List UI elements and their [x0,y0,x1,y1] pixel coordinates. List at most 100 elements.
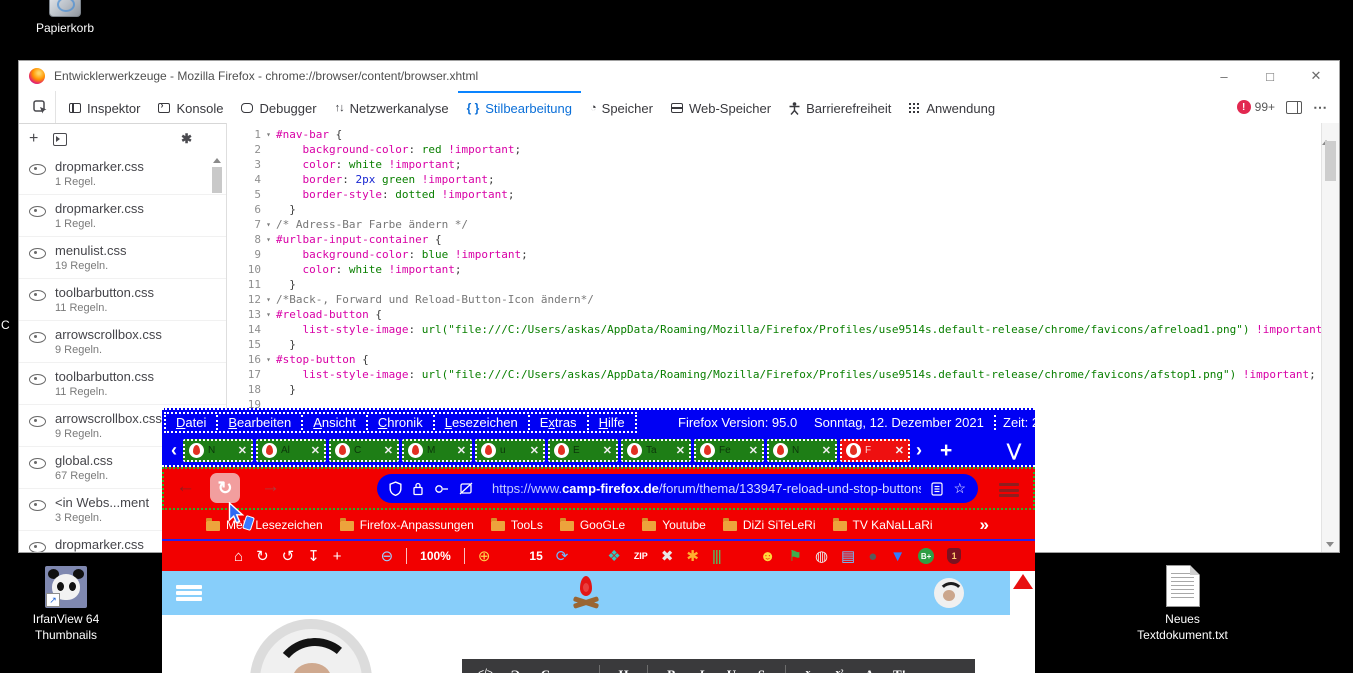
new-icon[interactable]: + [333,549,342,564]
sync-icon[interactable]: ⟳ [556,549,569,564]
stylesheet-item[interactable]: toolbarbutton.css11 Regeln. [19,279,226,321]
reader-mode-icon[interactable] [931,482,943,496]
visibility-eye-icon[interactable] [29,248,46,259]
back-button[interactable]: ← [176,476,195,498]
visibility-eye-icon[interactable] [29,542,46,552]
devtools-tab-console[interactable]: ›Konsole [149,91,232,123]
devtools-menu-icon[interactable]: ⋯ [1313,102,1327,112]
visibility-eye-icon[interactable] [29,416,46,427]
browser-tab[interactable]: Ta✕ [621,439,691,462]
forward-button[interactable]: → [261,476,280,498]
heading-button[interactable]: H [610,668,637,673]
underline-button[interactable]: U [718,668,745,673]
superscript-button[interactable]: x² [826,669,853,673]
tab-close-icon[interactable]: ✕ [603,444,612,457]
scrollbar-thumb[interactable] [1325,141,1336,181]
tab-close-icon[interactable]: ✕ [457,444,466,457]
bookmark-item[interactable]: Firefox-Anpassungen [340,518,474,532]
irfanview-desktop-icon[interactable]: ↗ IrfanView 64 Thumbnails [14,566,118,643]
tab-close-icon[interactable]: ✕ [311,444,320,457]
redo-button[interactable]: C [532,668,559,673]
addon-shield-icon[interactable]: 1 [947,548,961,564]
menu-datei[interactable]: Datei [166,415,216,430]
visibility-eye-icon[interactable] [29,458,46,469]
browser-tab[interactable]: C✕ [329,439,399,462]
source-button[interactable]: </> [472,669,499,673]
zoom-out-icon[interactable]: ⊖ [381,549,394,564]
devtools-titlebar[interactable]: Entwicklerwerkzeuge - Mozilla Firefox - … [19,61,1339,91]
stylesheet-item[interactable]: arrowscrollbox.css9 Regeln. [19,321,226,363]
url-bar[interactable]: https://www.camp-firefox.de/forum/thema/… [377,474,978,503]
page-scrollbar[interactable] [1010,571,1035,673]
visibility-eye-icon[interactable] [29,374,46,385]
campfire-logo-icon[interactable] [569,576,603,612]
devtools-tab-accessibility[interactable]: Barrierefreiheit [780,91,900,123]
sidebar-scrollbar[interactable] [211,153,223,193]
lock-icon[interactable] [412,481,424,496]
tab-close-icon[interactable]: ✕ [895,444,904,457]
editor-scrollbar[interactable] [1321,123,1339,552]
minimize-button[interactable]: – [1201,61,1247,91]
menu-ansicht[interactable]: Ansicht [301,415,366,430]
text-document-desktop-icon[interactable]: Neues Textdokument.txt [1105,565,1260,643]
post-author-avatar[interactable] [250,619,372,673]
menu-chronik[interactable]: Chronik [366,415,433,430]
font-size-button[interactable]: T! [886,668,913,673]
permissions-icon[interactable] [434,483,449,495]
devtools-tab-inspector[interactable]: Inspektor [60,91,149,123]
browser-tab[interactable]: F✕ [840,439,910,462]
strike-button[interactable]: S [748,668,775,673]
italic-button[interactable]: I [688,668,715,673]
download-icon[interactable]: ↧ [307,549,320,564]
tab-close-icon[interactable]: ✕ [822,444,831,457]
addon-bplus-icon[interactable]: B+ [918,548,934,564]
bookmarks-overflow-icon[interactable]: » [980,515,989,535]
tab-close-icon[interactable]: ✕ [238,444,247,457]
browser-tab[interactable]: E✕ [548,439,618,462]
maximize-button[interactable]: □ [1247,61,1293,91]
stylesheet-item[interactable]: menulist.css19 Regeln. [19,237,226,279]
home-icon[interactable]: ⌂ [234,549,243,564]
scroll-tabs-left-icon[interactable]: ‹ [171,441,177,459]
recycle-bin-desktop-icon[interactable]: Papierkorb [26,0,104,36]
undo-button[interactable]: Ɔ [502,668,529,673]
counter-icon[interactable]: 15 [529,550,542,562]
reload-button[interactable]: ↻ [210,473,240,503]
scrollbar-thumb[interactable] [212,167,222,193]
subscript-button[interactable]: x₂ [796,669,823,673]
menu-hilfe[interactable]: Hilfe [587,415,635,430]
error-count-badge[interactable]: ! 99+ [1237,100,1275,114]
addon-save-icon[interactable]: ▤ [841,549,855,564]
devtools-tab-memory[interactable]: ◔Speicher [581,91,662,123]
redo-icon[interactable]: ↻ [256,549,269,564]
addon-smiley-icon[interactable]: ☻ [760,549,776,564]
devtools-tab-application[interactable]: Anwendung [900,91,1004,123]
devtools-tab-storage[interactable]: Web-Speicher [662,91,780,123]
browser-tab[interactable]: Al✕ [256,439,326,462]
blocked-content-icon[interactable] [459,482,473,495]
tab-close-icon[interactable]: ✕ [749,444,758,457]
zoom-level-icon[interactable]: 100% [420,550,451,562]
visibility-eye-icon[interactable] [29,290,46,301]
browser-tab[interactable]: N✕ [767,439,837,462]
tab-close-icon[interactable]: ✕ [676,444,685,457]
font-color-button[interactable]: A [856,668,883,673]
addon-ball-icon[interactable]: ◍ [815,549,828,564]
visibility-eye-icon[interactable] [29,500,46,511]
addon-pin-icon[interactable]: ▼ [890,549,905,564]
close-button[interactable]: ✕ [1293,61,1339,91]
addon-bookmark-icon[interactable]: ⚑ [788,549,801,564]
stylesheet-item[interactable]: dropmarker.css1 Regel. [19,195,226,237]
addon-zip-icon[interactable]: ZIP [634,552,648,561]
undo-icon[interactable]: ↺ [282,549,295,564]
split-console-icon[interactable] [1286,101,1302,114]
scroll-tabs-right-icon[interactable]: › [916,441,922,459]
bookmark-item[interactable]: TooLs [491,518,543,532]
visibility-eye-icon[interactable] [29,164,46,175]
bookmark-star-icon[interactable]: ☆ [953,480,966,497]
browser-tab[interactable]: Fe✕ [694,439,764,462]
bookmark-item[interactable]: TV KaNaLLaRi [833,518,933,532]
tab-close-icon[interactable]: ✕ [530,444,539,457]
browser-tab[interactable]: N✕ [183,439,253,462]
menu-bearbeiten[interactable]: Bearbeiten [216,415,301,430]
